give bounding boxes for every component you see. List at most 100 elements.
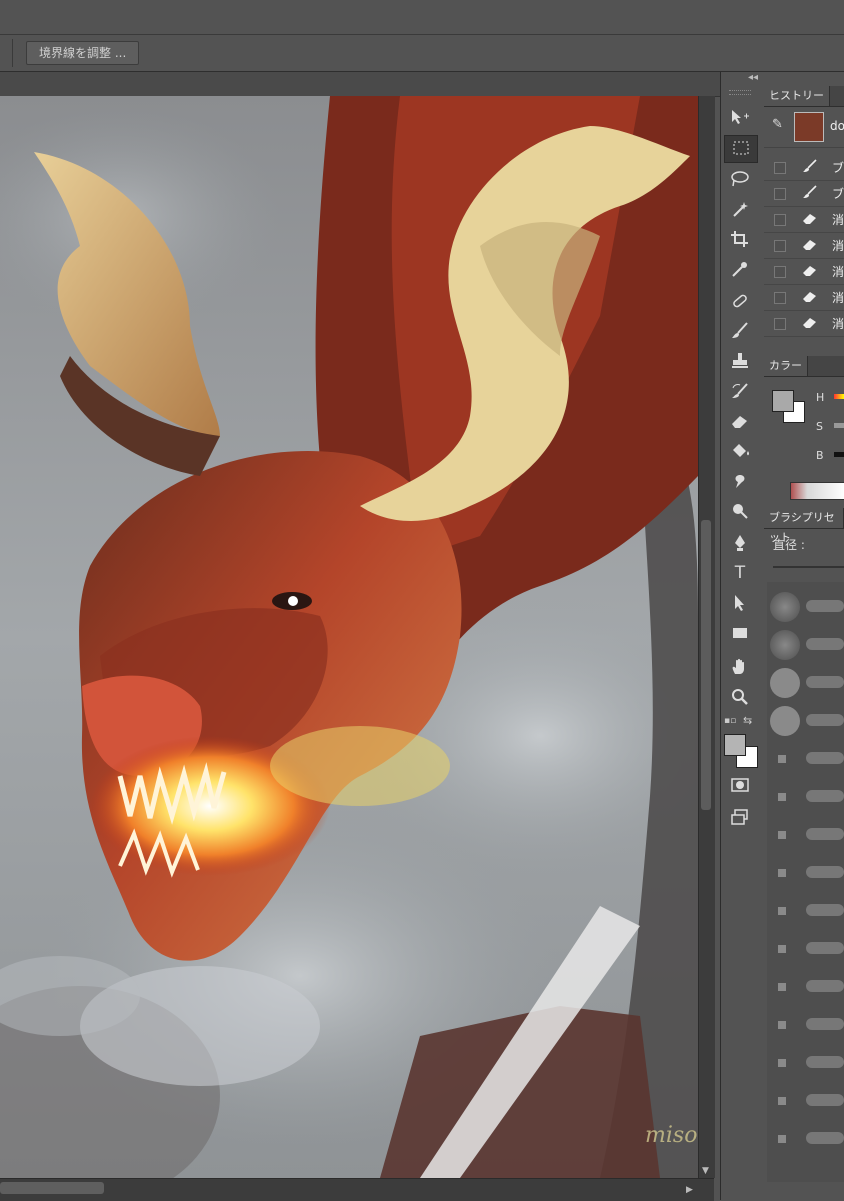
- history-snapshot-row[interactable]: ✎ do: [764, 107, 844, 148]
- channel-h-label: H: [816, 391, 825, 404]
- horizontal-scroll-thumb[interactable]: [0, 1182, 104, 1194]
- snapshot-thumbnail: [794, 112, 824, 142]
- lasso-icon[interactable]: [724, 166, 756, 192]
- history-state-label: 消: [832, 291, 844, 305]
- paint-bucket-icon[interactable]: [724, 438, 756, 464]
- foreground-color-swatch[interactable]: [724, 734, 746, 756]
- history-state-checkbox[interactable]: [774, 266, 786, 278]
- brush-preset-item[interactable]: [768, 1008, 844, 1042]
- brush-preset-item[interactable]: [768, 1122, 844, 1156]
- history-state-label: ブ: [832, 161, 844, 175]
- history-state-label: ブ: [832, 187, 844, 201]
- toolbar-grip[interactable]: [729, 90, 751, 95]
- brush-preset-item[interactable]: [768, 818, 844, 852]
- vertical-scroll-thumb[interactable]: [701, 520, 711, 810]
- swap-colors-icon[interactable]: ⇆: [743, 714, 752, 727]
- history-state-checkbox[interactable]: [774, 162, 786, 174]
- brush-preset-item[interactable]: [768, 742, 844, 776]
- marquee-icon[interactable]: [724, 135, 758, 163]
- path-select-icon[interactable]: [724, 590, 756, 616]
- screen-mode-icon[interactable]: [724, 804, 756, 830]
- tab-color[interactable]: カラー: [764, 356, 808, 376]
- magic-wand-icon[interactable]: [724, 196, 756, 222]
- hue-slider[interactable]: [834, 394, 844, 399]
- brush-preset-item[interactable]: [768, 932, 844, 966]
- history-tab-bar: ヒストリー: [764, 86, 844, 107]
- healing-icon[interactable]: [724, 288, 756, 314]
- color-tab-bar: カラー: [764, 356, 844, 377]
- crop-icon[interactable]: [724, 226, 756, 252]
- brush-preset-item[interactable]: [768, 590, 844, 624]
- history-state-checkbox[interactable]: [774, 240, 786, 252]
- document-tab-strip: [0, 72, 720, 97]
- snapshot-name: do: [830, 119, 844, 133]
- history-state-label: 消: [832, 239, 844, 253]
- horizontal-scrollbar[interactable]: [0, 1178, 714, 1201]
- channel-b-label: B: [816, 449, 824, 462]
- history-state-checkbox[interactable]: [774, 292, 786, 304]
- zoom-icon[interactable]: [724, 684, 756, 710]
- brush-preset-item[interactable]: [768, 666, 844, 700]
- collapse-panels-icon[interactable]: ◂◂: [748, 72, 758, 83]
- brush-preset-item[interactable]: [768, 704, 844, 738]
- stamp-icon[interactable]: [724, 348, 756, 374]
- refine-edge-button[interactable]: 境界線を調整 ...: [26, 41, 140, 65]
- hand-icon[interactable]: [724, 654, 756, 680]
- brush-preset-tab-bar: ブラシプリセット: [764, 508, 844, 544]
- artist-signature: misokicko: [645, 1123, 698, 1148]
- channel-s-label: S: [816, 420, 823, 433]
- history-state-label: 消: [832, 213, 844, 227]
- dragon-painting: misokicko: [0, 96, 698, 1178]
- history-state-checkbox[interactable]: [774, 318, 786, 330]
- history-state-row[interactable]: 消: [764, 285, 844, 311]
- brush-preset-item[interactable]: [768, 894, 844, 928]
- move-icon[interactable]: [724, 104, 756, 130]
- brush-icon: [802, 185, 820, 201]
- brush-icon[interactable]: [724, 318, 756, 344]
- saturation-slider[interactable]: [834, 423, 844, 428]
- brush-preset-item[interactable]: [768, 1084, 844, 1118]
- eraser-icon: [802, 237, 820, 253]
- history-state-label: 消: [832, 317, 844, 331]
- eraser-icon: [802, 263, 820, 279]
- brush-preset-item[interactable]: [768, 970, 844, 1004]
- history-brush-icon[interactable]: [724, 378, 756, 404]
- history-state-checkbox[interactable]: [774, 188, 786, 200]
- brush-preset-item[interactable]: [768, 628, 844, 662]
- tab-brush-presets[interactable]: ブラシプリセット: [764, 508, 844, 544]
- color-ramp[interactable]: [790, 482, 844, 500]
- rectangle-icon[interactable]: [724, 620, 756, 646]
- eraser-icon: [802, 315, 820, 331]
- scroll-down-arrow-icon[interactable]: ▼: [702, 1166, 709, 1176]
- document-canvas[interactable]: misokicko: [0, 96, 698, 1178]
- default-colors-icon[interactable]: ▪▫: [724, 716, 736, 726]
- history-state-row[interactable]: ブ: [764, 155, 844, 181]
- brush-preset-item[interactable]: [768, 1046, 844, 1080]
- brightness-slider[interactable]: [834, 452, 844, 457]
- history-state-label: 消: [832, 265, 844, 279]
- brush-icon: [802, 159, 820, 175]
- history-brush-source-icon[interactable]: ✎: [772, 117, 783, 132]
- eraser-icon[interactable]: [724, 408, 756, 434]
- options-divider: [12, 39, 13, 67]
- history-state-row[interactable]: 消: [764, 207, 844, 233]
- history-state-row[interactable]: ブ: [764, 181, 844, 207]
- history-state-row[interactable]: 消: [764, 233, 844, 259]
- brush-preset-item[interactable]: [768, 856, 844, 890]
- dodge-icon[interactable]: [724, 498, 756, 524]
- quick-mask-icon[interactable]: [724, 772, 756, 798]
- brush-size-slider[interactable]: [773, 566, 844, 568]
- history-state-row[interactable]: 消: [764, 311, 844, 337]
- history-state-checkbox[interactable]: [774, 214, 786, 226]
- eyedropper-icon[interactable]: [724, 256, 756, 282]
- history-state-row[interactable]: 消: [764, 259, 844, 285]
- menu-bar: [0, 0, 844, 35]
- pen-icon[interactable]: [724, 530, 756, 556]
- smudge-icon[interactable]: [724, 468, 756, 494]
- scroll-right-arrow-icon[interactable]: ▶: [686, 1185, 693, 1195]
- tab-history[interactable]: ヒストリー: [764, 86, 830, 106]
- eraser-icon: [802, 211, 820, 227]
- brush-preset-item[interactable]: [768, 780, 844, 814]
- color-foreground-swatch[interactable]: [772, 390, 794, 412]
- type-icon[interactable]: T: [724, 560, 756, 586]
